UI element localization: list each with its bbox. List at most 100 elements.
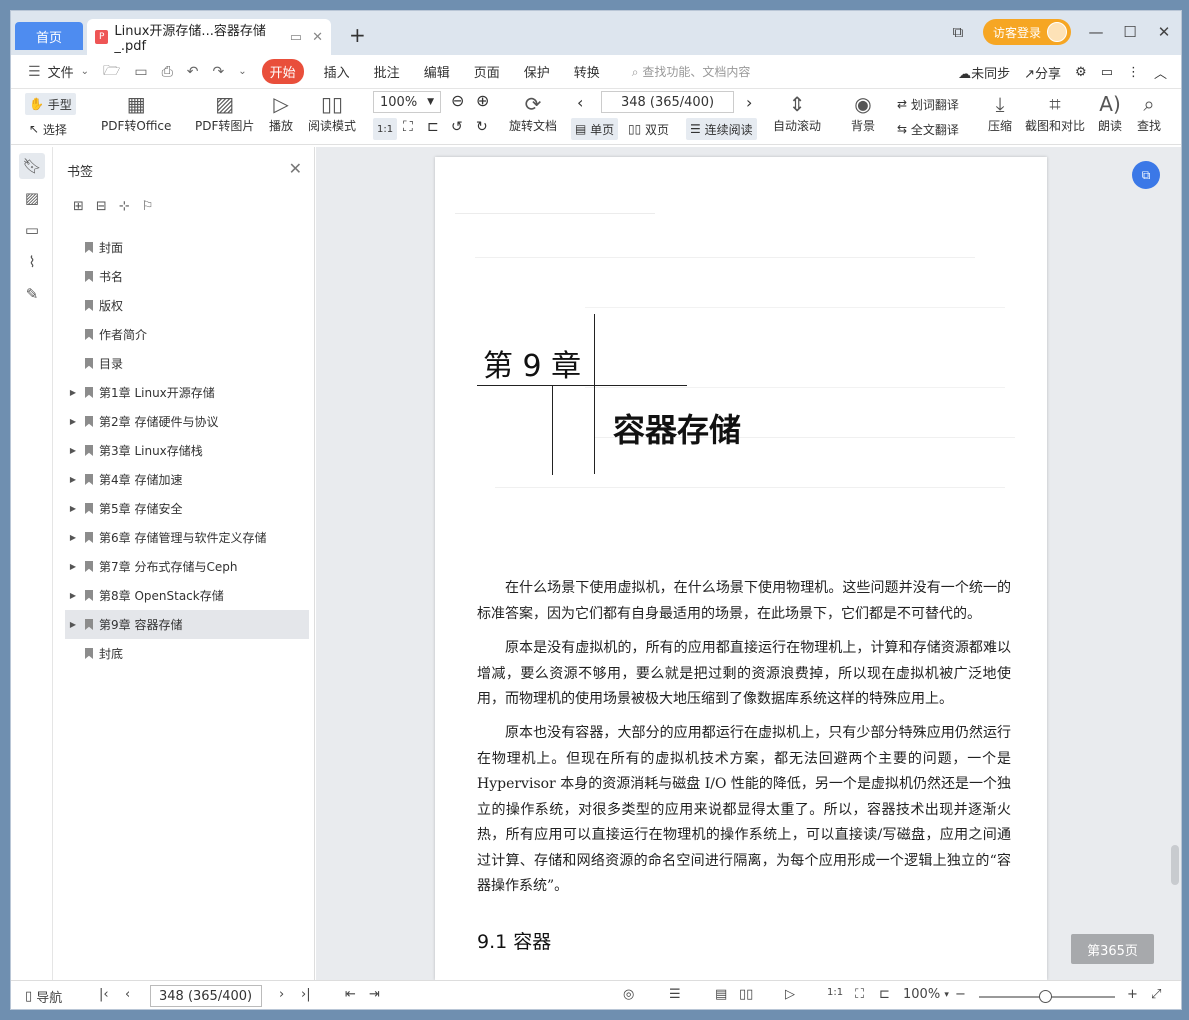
- attachment-icon[interactable]: ⌇: [19, 249, 45, 275]
- floating-tool-icon[interactable]: ⧉: [1132, 161, 1160, 189]
- bookmark-item[interactable]: ▶ 第7章 分布式存储与Ceph: [65, 552, 309, 581]
- expand-arrow-icon[interactable]: ▶: [67, 533, 79, 542]
- collapse-icon[interactable]: ︿: [1154, 63, 1167, 82]
- eye-protect-icon[interactable]: ◎: [623, 987, 634, 1002]
- bookmark-item[interactable]: ▶ 第9章 容器存储: [65, 610, 309, 639]
- fit-page-icon[interactable]: ⛶: [403, 119, 413, 135]
- share-button[interactable]: ↗分享: [1024, 63, 1061, 82]
- rotate-right-icon[interactable]: ↻: [476, 119, 488, 135]
- full-translate-button[interactable]: ⇆ 全文翻译: [893, 118, 963, 140]
- open-icon[interactable]: 🗁: [103, 60, 120, 84]
- close-panel-icon[interactable]: ✕: [289, 159, 302, 178]
- comment-icon[interactable]: ▭: [1101, 65, 1113, 80]
- hamburger-icon[interactable]: ☰: [28, 64, 41, 80]
- expand-arrow-icon[interactable]: ▶: [67, 417, 79, 426]
- sync-status[interactable]: ☁未同步: [958, 63, 1010, 82]
- rotate-document-button[interactable]: ⟳ 旋转文档: [509, 91, 557, 134]
- bookmark-item[interactable]: 封底: [65, 639, 309, 668]
- bookmark-item[interactable]: ▶ 第1章 Linux开源存储: [65, 378, 309, 407]
- save-icon[interactable]: ▭: [134, 64, 147, 80]
- menu-annotate[interactable]: 批注: [374, 62, 400, 81]
- new-tab-button[interactable]: +: [349, 23, 366, 47]
- bookmark-icon[interactable]: ⚐: [142, 199, 154, 214]
- word-translate-button[interactable]: ⇄ 划词翻译: [893, 93, 963, 115]
- find-button[interactable]: ⌕ 查找: [1137, 91, 1161, 134]
- bookmark-item[interactable]: 封面: [65, 233, 309, 262]
- double-page-status-icon[interactable]: ▯▯: [739, 987, 753, 1002]
- rotate-left-icon[interactable]: ↺: [451, 119, 463, 135]
- guest-login-button[interactable]: 访客登录: [982, 19, 1071, 45]
- pdf-to-office-button[interactable]: ▦ PDF转Office: [101, 91, 171, 134]
- bookmark-item[interactable]: ▶ 第2章 存储硬件与协议: [65, 407, 309, 436]
- page-number-input[interactable]: 348 (365/400): [601, 91, 734, 113]
- bookmark-item[interactable]: 作者简介: [65, 320, 309, 349]
- home-tab[interactable]: 首页: [15, 22, 83, 50]
- comment-panel-icon[interactable]: ▭: [19, 217, 45, 243]
- minimize-icon[interactable]: —: [1087, 23, 1105, 41]
- last-page-icon[interactable]: ›|: [301, 987, 311, 1002]
- document-viewport[interactable]: 第 9 章 容器存储 在什么场景下使用虚拟机，在什么场景下使用物理机。这些问题并…: [316, 147, 1181, 980]
- bookmark-item[interactable]: 目录: [65, 349, 309, 378]
- continuous-reading-button[interactable]: ☰ 连续阅读: [686, 118, 757, 140]
- status-page-input[interactable]: 348 (365/400): [150, 985, 262, 1007]
- screenshot-compare-button[interactable]: ⌗ 截图和对比: [1025, 91, 1085, 134]
- add-bookmark-icon[interactable]: ⊹: [119, 199, 130, 214]
- more-icon[interactable]: ⌄: [238, 66, 246, 77]
- expand-arrow-icon[interactable]: ▶: [67, 446, 79, 455]
- expand-arrow-icon[interactable]: ▶: [67, 620, 79, 629]
- document-tab[interactable]: P Linux开源存储...容器存储_.pdf ▭ ✕: [87, 19, 331, 55]
- undo-icon[interactable]: ↶: [187, 64, 199, 80]
- window-layout-icon[interactable]: ⧉: [949, 23, 967, 41]
- continuous-status-icon[interactable]: ☰: [669, 987, 681, 1002]
- zoom-select[interactable]: 100% ▼: [373, 91, 441, 113]
- fit-width-icon[interactable]: ⊏: [427, 119, 439, 135]
- bookmark-item[interactable]: 书名: [65, 262, 309, 291]
- back-icon[interactable]: ⇤: [345, 987, 356, 1002]
- more-vertical-icon[interactable]: ⋮: [1127, 65, 1140, 80]
- menu-edit[interactable]: 编辑: [424, 62, 450, 81]
- background-button[interactable]: ◉ 背景: [851, 91, 875, 134]
- zoom-out-icon[interactable]: ⊖: [451, 91, 464, 110]
- settings-icon[interactable]: ⚙: [1075, 65, 1087, 80]
- read-aloud-button[interactable]: A) 朗读: [1098, 91, 1122, 134]
- redo-icon[interactable]: ↷: [213, 64, 225, 80]
- thumbnail-icon[interactable]: ▨: [19, 185, 45, 211]
- prev-page-status-icon[interactable]: ‹: [125, 987, 130, 1002]
- print-icon[interactable]: ⎙: [162, 64, 173, 80]
- play-button[interactable]: ▷ 播放: [269, 91, 293, 134]
- menu-insert[interactable]: 插入: [324, 62, 350, 81]
- single-page-button[interactable]: ▤ 单页: [571, 118, 619, 140]
- file-menu[interactable]: 文件: [48, 62, 74, 81]
- bookmark-item[interactable]: ▶ 第5章 存储安全: [65, 494, 309, 523]
- double-page-button[interactable]: ▯▯ 双页: [624, 118, 673, 140]
- fit-page-status-icon[interactable]: ⛶: [855, 987, 864, 1002]
- fit-width-status-icon[interactable]: ⊏: [879, 987, 890, 1002]
- play-status-icon[interactable]: ▷: [785, 987, 795, 1002]
- status-zoom-select[interactable]: 100% ▾: [903, 987, 949, 1002]
- zoom-in-icon[interactable]: ⊕: [476, 91, 489, 110]
- bookmark-item[interactable]: ▶ 第3章 Linux存储栈: [65, 436, 309, 465]
- first-page-icon[interactable]: |‹: [99, 987, 109, 1002]
- menu-convert[interactable]: 转换: [574, 62, 600, 81]
- signature-icon[interactable]: ✎: [19, 281, 45, 307]
- start-tab[interactable]: 开始: [261, 59, 304, 84]
- auto-scroll-button[interactable]: ⇕ 自动滚动: [773, 91, 821, 134]
- collapse-all-icon[interactable]: ⊟: [96, 199, 107, 214]
- chevron-down-icon[interactable]: ⌄: [81, 66, 89, 77]
- forward-icon[interactable]: ⇥: [369, 987, 380, 1002]
- close-tab-icon[interactable]: ✕: [312, 30, 323, 45]
- navigation-toggle[interactable]: ▯ 导航: [25, 987, 62, 1006]
- scrollbar-thumb[interactable]: [1171, 845, 1179, 885]
- expand-all-icon[interactable]: ⊞: [73, 199, 84, 214]
- fullscreen-icon[interactable]: ⤢: [1151, 987, 1161, 1002]
- bookmark-item[interactable]: ▶ 第4章 存储加速: [65, 465, 309, 494]
- expand-arrow-icon[interactable]: ▶: [67, 475, 79, 484]
- bookmark-item[interactable]: ▶ 第8章 OpenStack存储: [65, 581, 309, 610]
- compress-button[interactable]: ⤓ 压缩: [988, 91, 1012, 134]
- bookmark-panel-icon[interactable]: 🔖︎: [19, 153, 45, 179]
- zoom-out-status-icon[interactable]: −: [955, 987, 966, 1002]
- zoom-in-status-icon[interactable]: +: [1127, 987, 1138, 1002]
- actual-size-button[interactable]: 1:1: [373, 118, 398, 140]
- prev-page-icon[interactable]: ‹: [577, 93, 583, 112]
- next-page-icon[interactable]: ›: [746, 93, 752, 112]
